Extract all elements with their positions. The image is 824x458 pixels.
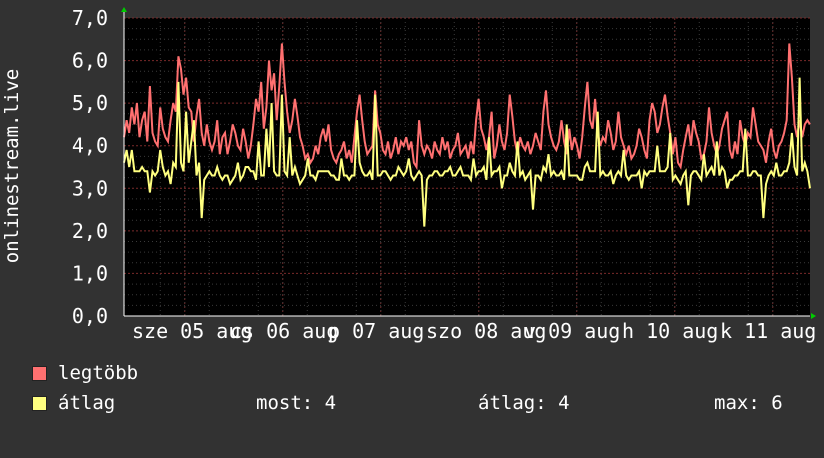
x-tick-label: k 11 aug [720, 319, 816, 343]
legend-label-max: legtöbb [58, 362, 139, 384]
x-tick-label: cs 06 aug [230, 319, 338, 343]
y-tick-label: 5,0 [72, 91, 108, 115]
legend-swatch-avg [32, 396, 47, 411]
legend-swatch-max [32, 366, 47, 381]
x-tick-label: h 10 aug [622, 319, 718, 343]
y-tick-label: 1,0 [72, 261, 108, 285]
stat-atlag: átlag: 4 [478, 392, 570, 414]
y-tick-label: 3,0 [72, 176, 108, 200]
x-tick-label: p 07 aug [328, 319, 424, 343]
legend-item-avg: átlag [32, 392, 115, 458]
x-tick-label: v 09 aug [524, 319, 620, 343]
stat-max: max: 6 [714, 392, 783, 414]
y-tick-label: 2,0 [72, 219, 108, 243]
legend-label-avg: átlag [58, 392, 116, 414]
stat-most: most: 4 [256, 392, 337, 414]
y-tick-label: 4,0 [72, 134, 108, 158]
y-axis-label: onlinestream.live [1, 69, 23, 263]
y-axis-arrow [121, 7, 127, 12]
y-tick-label: 7,0 [72, 6, 108, 30]
y-tick-label: 0,0 [72, 304, 108, 328]
plot-area [124, 18, 810, 316]
y-tick-label: 6,0 [72, 49, 108, 73]
